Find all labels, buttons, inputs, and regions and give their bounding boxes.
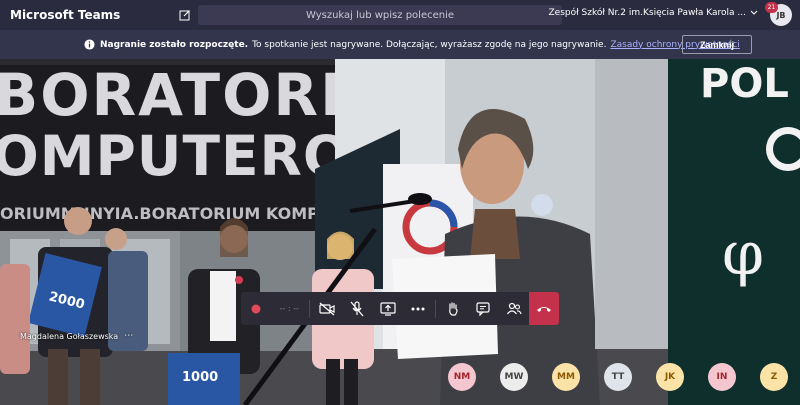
hang-up-button[interactable] (528, 292, 560, 325)
participant-avatar[interactable]: MW (500, 363, 528, 391)
participant-avatar[interactable]: MM (552, 363, 580, 391)
org-switcher[interactable]: Zespół Szkół Nr.2 im.Księcia Pawła Karol… (549, 8, 758, 18)
teams-window: Microsoft Teams Wyszukaj lub wpisz polec… (0, 0, 800, 405)
placard-bottom-text: 1000 (182, 370, 218, 385)
more-actions-button[interactable] (403, 292, 433, 325)
more-icon (411, 307, 425, 310)
speaker-caption: Magdalena Gołaszewska ⋯ (20, 331, 133, 341)
toolbar-divider (435, 299, 437, 318)
record-icon (251, 304, 261, 313)
search-input[interactable]: Wyszukaj lub wpisz polecenie (198, 5, 562, 25)
video-feed: BORATORIUM OMPUTEROWE ORIUMMUNYIA.BORATO… (0, 59, 800, 405)
banner-message: To spotkanie jest nagrywane. Dołączając,… (252, 39, 607, 50)
participant-avatar[interactable]: TT (604, 363, 632, 391)
call-timer: -- : -- (279, 304, 299, 313)
title-bar: Microsoft Teams Wyszukaj lub wpisz polec… (0, 0, 800, 30)
close-button[interactable]: Zamknij (682, 35, 752, 54)
new-chat-icon[interactable] (175, 5, 195, 25)
right-banner-text: POL (700, 61, 789, 107)
app-title: Microsoft Teams (10, 8, 121, 22)
participant-avatar[interactable]: Z (760, 363, 788, 391)
toolbar-divider (309, 299, 311, 318)
chat-icon (476, 301, 491, 316)
participants-button[interactable] (499, 292, 529, 325)
search-placeholder: Wyszukaj lub wpisz polecenie (305, 9, 455, 21)
recording-banner: Nagranie zostało rozpoczęte. To spotkani… (0, 30, 800, 59)
participant-more-options[interactable]: ⋯ (124, 331, 133, 341)
speaker-name: Magdalena Gołaszewska (20, 331, 119, 341)
share-screen-button[interactable] (373, 292, 403, 325)
info-icon (84, 39, 95, 50)
people-icon (506, 302, 522, 314)
participant-avatar[interactable]: JK (656, 363, 684, 391)
camera-toggle-button[interactable] (312, 292, 342, 325)
raise-hand-button[interactable] (438, 292, 468, 325)
chat-button[interactable] (468, 292, 498, 325)
participant-avatar[interactable]: IN (708, 363, 736, 391)
hand-icon (449, 301, 458, 316)
org-name: Zespół Szkół Nr.2 im.Księcia Pawła Karol… (548, 8, 746, 18)
share-screen-icon (380, 301, 396, 316)
video-stage: BORATORIUM OMPUTEROWE ORIUMMUNYIA.BORATO… (0, 59, 800, 405)
camera-off-icon (319, 302, 335, 315)
chevron-down-icon (750, 10, 758, 15)
banner-title: Nagranie zostało rozpoczęte. (100, 39, 249, 50)
participant-avatars: NM MW MM TT JK IN Z (448, 363, 788, 391)
phone-hangup-icon (536, 306, 551, 312)
call-controls: -- : -- (241, 292, 560, 325)
recording-indicator[interactable] (241, 292, 271, 325)
mic-off-icon (350, 300, 364, 316)
polytechnic-logo-glyph: φ (722, 219, 764, 289)
participant-avatar[interactable]: NM (448, 363, 476, 391)
mic-toggle-button[interactable] (342, 292, 372, 325)
notification-badge: 21 (765, 2, 778, 13)
